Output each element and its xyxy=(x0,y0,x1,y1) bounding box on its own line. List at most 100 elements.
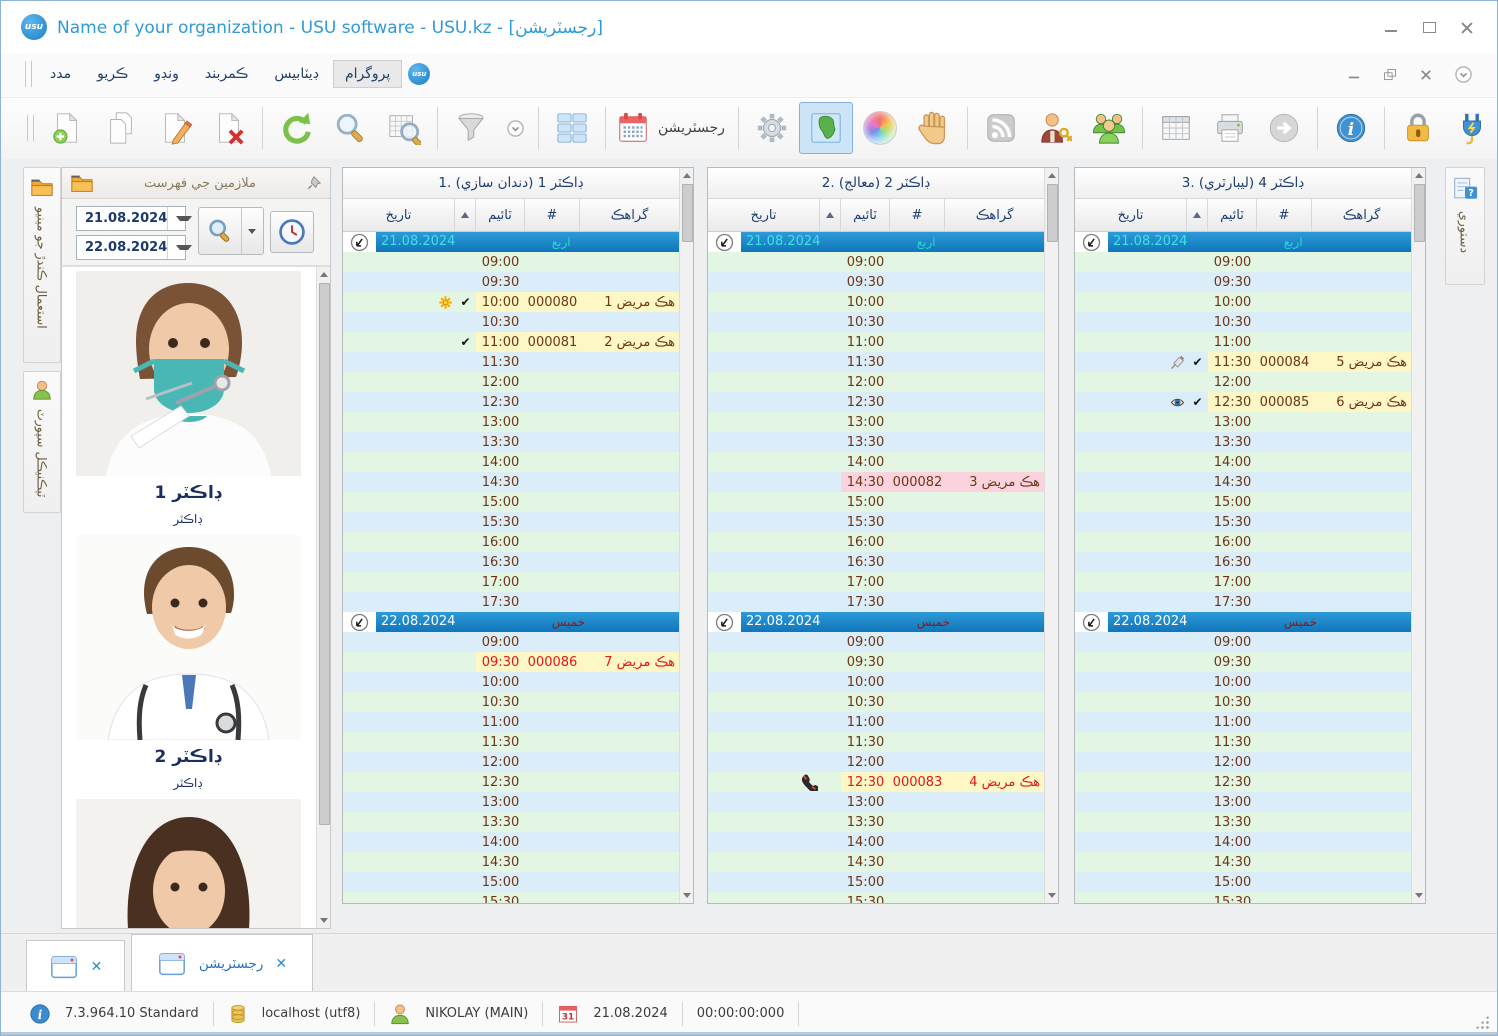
time-row[interactable]: 15:30 xyxy=(343,512,679,532)
time-row[interactable]: 17:30 xyxy=(708,592,1044,612)
search-dropdown[interactable] xyxy=(241,208,262,254)
time-row[interactable]: 11:00 xyxy=(708,712,1044,732)
time-row[interactable]: 10:00 xyxy=(343,672,679,692)
appointment-row[interactable]: 12:30000083هڪ مريض 4 xyxy=(708,772,1044,792)
printer-button[interactable] xyxy=(1203,102,1257,154)
go-next-button[interactable] xyxy=(1257,102,1311,154)
filter-button[interactable] xyxy=(444,102,498,154)
date-row[interactable]: 21.08.2024اربع xyxy=(343,232,679,252)
scroll-up-button[interactable] xyxy=(1045,168,1058,183)
time-row[interactable]: 10:30 xyxy=(343,312,679,332)
column-header-date[interactable]: تاريخ xyxy=(1075,199,1187,231)
day-collapse-icon[interactable] xyxy=(1082,233,1101,252)
menu-item[interactable]: پروگرام xyxy=(333,60,402,88)
doctor-card[interactable] xyxy=(76,795,301,928)
time-row[interactable]: 12:30 xyxy=(708,392,1044,412)
date-row[interactable]: 21.08.2024اربع xyxy=(1075,232,1411,252)
time-row[interactable]: 12:00 xyxy=(343,752,679,772)
time-row[interactable]: 09:00 xyxy=(1075,632,1411,652)
time-row[interactable]: 15:00 xyxy=(1075,492,1411,512)
time-row[interactable]: 12:30 xyxy=(343,392,679,412)
time-row[interactable]: 10:30 xyxy=(343,692,679,712)
column-header-number[interactable]: # xyxy=(890,199,945,231)
mdi-close-button[interactable] xyxy=(1419,69,1433,80)
time-row[interactable]: 13:00 xyxy=(1075,412,1411,432)
time-row[interactable]: 14:30 xyxy=(708,852,1044,872)
scroll-thumb[interactable] xyxy=(319,283,330,825)
appointment-row[interactable]: 14:30000082هڪ مريض 3 xyxy=(708,472,1044,492)
time-row[interactable]: 09:00 xyxy=(343,632,679,652)
time-row[interactable]: 13:30 xyxy=(343,812,679,832)
date-from-input[interactable]: 21.08.2024 xyxy=(76,206,186,231)
time-row[interactable]: 09:00 xyxy=(708,632,1044,652)
column-scrollbar[interactable] xyxy=(1044,168,1058,903)
day-collapse-icon[interactable] xyxy=(715,613,734,632)
map-button[interactable] xyxy=(799,102,853,154)
day-collapse-icon[interactable] xyxy=(350,233,369,252)
users-button[interactable] xyxy=(1082,102,1136,154)
scroll-thumb[interactable] xyxy=(682,184,693,242)
pin-icon[interactable] xyxy=(306,175,322,191)
time-row[interactable]: 16:00 xyxy=(343,532,679,552)
time-row[interactable]: 14:30 xyxy=(343,852,679,872)
time-row[interactable]: 11:30 xyxy=(343,352,679,372)
doctor-card[interactable]: ڊاڪٽر 1ڊاڪٽر xyxy=(76,267,301,531)
time-row[interactable]: 11:30 xyxy=(708,732,1044,752)
time-row[interactable]: 14:00 xyxy=(343,832,679,852)
scroll-down-button[interactable] xyxy=(1045,888,1058,903)
time-row[interactable]: 16:30 xyxy=(708,552,1044,572)
appointment-row[interactable]: ✔10:00000080هڪ مريض 1 xyxy=(343,292,679,312)
time-row[interactable]: 14:00 xyxy=(708,832,1044,852)
usu-menu-icon[interactable]: usu xyxy=(408,63,430,85)
scroll-down-button[interactable] xyxy=(680,888,693,903)
time-row[interactable]: 13:00 xyxy=(343,412,679,432)
maximize-button[interactable] xyxy=(1421,21,1437,34)
date-to-input[interactable]: 22.08.2024 xyxy=(76,235,186,260)
appointment-row[interactable]: ✔11:30000084هڪ مريض 5 xyxy=(1075,352,1411,372)
time-row[interactable]: 12:00 xyxy=(1075,372,1411,392)
mdi-restore-button[interactable] xyxy=(1383,69,1397,80)
menu-item[interactable]: ڊيٽابيس xyxy=(262,60,331,88)
time-row[interactable]: 09:00 xyxy=(708,252,1044,272)
help-tab[interactable]: ? دستوري xyxy=(1445,167,1485,285)
column-header-time[interactable]: ٽائيم xyxy=(1208,199,1257,231)
time-row[interactable]: 17:00 xyxy=(708,572,1044,592)
time-row[interactable]: 15:30 xyxy=(1075,892,1411,903)
hand-button[interactable] xyxy=(907,102,961,154)
time-row[interactable]: 15:00 xyxy=(343,872,679,892)
search-split-button[interactable] xyxy=(198,207,264,255)
scroll-thumb[interactable] xyxy=(1414,184,1425,242)
search-button[interactable] xyxy=(323,102,377,154)
time-row[interactable]: 15:00 xyxy=(708,872,1044,892)
time-row[interactable]: 17:00 xyxy=(343,572,679,592)
time-row[interactable]: 16:30 xyxy=(343,552,679,572)
time-row[interactable]: 12:30 xyxy=(343,772,679,792)
menu-item[interactable]: مدد xyxy=(38,60,83,88)
time-row[interactable]: 15:30 xyxy=(708,892,1044,903)
time-row[interactable]: 15:00 xyxy=(343,492,679,512)
column-header-client[interactable]: گراهڪ xyxy=(945,199,1044,231)
time-row[interactable]: 11:00 xyxy=(1075,712,1411,732)
appointment-row[interactable]: ✔11:00000081هڪ مريض 2 xyxy=(343,332,679,352)
time-row[interactable]: 17:30 xyxy=(1075,592,1411,612)
time-row[interactable]: 13:00 xyxy=(708,412,1044,432)
refresh-button[interactable] xyxy=(269,102,323,154)
column-header-client[interactable]: گراهڪ xyxy=(1312,199,1411,231)
time-row[interactable]: 15:30 xyxy=(708,512,1044,532)
column-header-date[interactable]: تاريخ xyxy=(708,199,820,231)
time-row[interactable]: 11:00 xyxy=(1075,332,1411,352)
chevron-down-icon[interactable] xyxy=(167,207,192,230)
menu-item[interactable]: ڪمربند xyxy=(193,60,260,88)
column-scrollbar[interactable] xyxy=(1411,168,1425,903)
time-row[interactable]: 15:00 xyxy=(708,492,1044,512)
time-row[interactable]: 14:30 xyxy=(1075,852,1411,872)
scroll-down-button[interactable] xyxy=(1412,888,1425,903)
date-row[interactable]: 22.08.2024خميس xyxy=(343,612,679,632)
chevron-down-icon[interactable] xyxy=(167,236,192,259)
time-row[interactable]: 10:30 xyxy=(1075,312,1411,332)
rss-button[interactable] xyxy=(974,102,1028,154)
time-row[interactable]: 10:00 xyxy=(708,672,1044,692)
table-button[interactable] xyxy=(1149,102,1203,154)
time-row[interactable]: 13:30 xyxy=(1075,432,1411,452)
time-row[interactable]: 17:00 xyxy=(1075,572,1411,592)
